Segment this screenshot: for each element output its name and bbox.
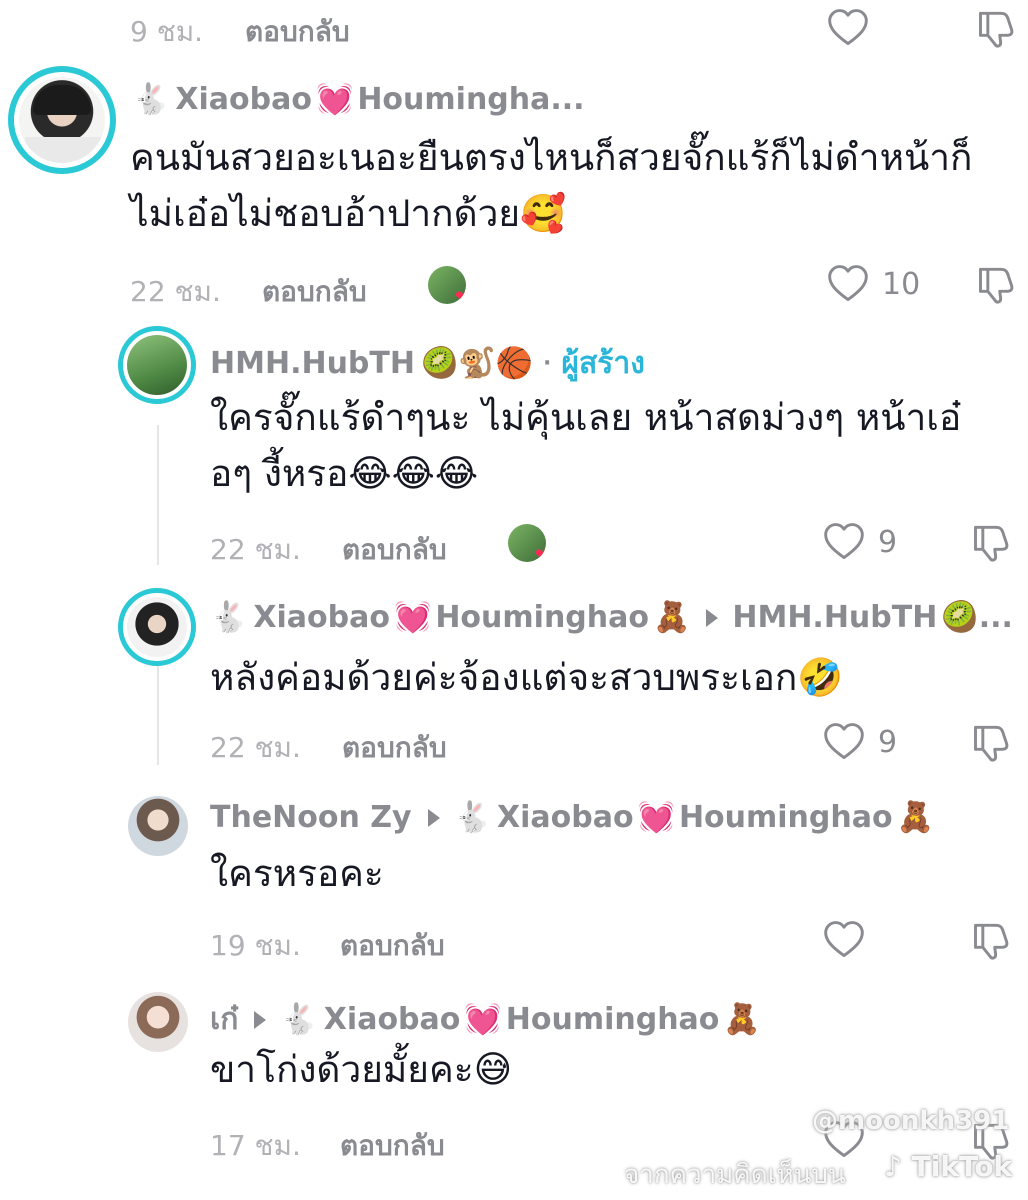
reply-button[interactable]: ตอบกลับ: [342, 726, 447, 770]
creator-badge: ผู้สร้าง: [561, 346, 645, 381]
comment-item: เก๋ 🐇 Xiaobao 💓 Houminghao 🧸 ขาโก่งด้วยม…: [0, 988, 1028, 1200]
avatar[interactable]: [128, 796, 188, 856]
dislike-icon[interactable]: [970, 720, 1014, 764]
like-heart-icon[interactable]: [822, 918, 866, 962]
dislike-icon[interactable]: [975, 6, 1019, 50]
comment-text: ใครหรอคะ: [210, 852, 384, 895]
comment-username[interactable]: HMH.HubTH 🥝🐒🏀 · ผู้สร้าง: [210, 340, 645, 387]
avatar[interactable]: [8, 66, 116, 174]
like-control[interactable]: 9: [822, 520, 897, 564]
comment-text: ขาโก่งด้วยมั้ยคะ😅: [210, 1048, 513, 1091]
like-heart-icon[interactable]: [826, 262, 870, 306]
comment-username[interactable]: เก๋ 🐇 Xiaobao 💓 Houminghao 🧸: [210, 996, 761, 1043]
comment-time: 22 ชม.: [210, 731, 301, 764]
avatar[interactable]: [118, 326, 196, 404]
comment-time: 9 ชม.: [130, 15, 204, 48]
comment-username[interactable]: 🐇 Xiaobao 💓 Houmingha...: [132, 82, 585, 117]
teddy-bear-icon: 🧸: [653, 600, 691, 635]
comment-text: ใครจั๊กแร้ดำๆนะ ไม่คุ้นเลย หน้าสดม่วงๆ ห…: [210, 396, 962, 495]
heart-badge-icon: ❤: [534, 545, 546, 562]
comment-text: คนมันสวยอะเนอะยืนตรงไหนก็สวยจั๊กแร้ก็ไม่…: [130, 136, 973, 235]
reply-arrow-icon: [427, 808, 440, 827]
like-count: 9: [878, 724, 898, 760]
creator-liked-avatar: ❤: [428, 266, 466, 304]
comment-time: 22 ชม.: [210, 533, 301, 566]
heart-emoji-icon: 💓: [464, 1002, 502, 1037]
like-heart-icon[interactable]: [822, 520, 866, 564]
dislike-icon[interactable]: [975, 262, 1019, 306]
comment-time: 19 ชม.: [210, 929, 301, 962]
like-control[interactable]: 9: [822, 720, 897, 764]
rabbit-icon: 🐇: [453, 800, 491, 835]
reply-button[interactable]: ตอบกลับ: [340, 924, 445, 968]
tiktok-note-icon: ♪: [884, 1150, 902, 1183]
dislike-icon[interactable]: [970, 520, 1014, 564]
reply-button[interactable]: ตอบกลับ: [262, 270, 367, 314]
comment-time: 17 ชม.: [210, 1129, 301, 1162]
teddy-bear-icon: 🧸: [723, 1002, 761, 1037]
watermark-caption: จากความคิดเห็นบน: [624, 1160, 846, 1190]
comment-row-top: 9 ชม. ตอบกลับ: [0, 0, 1028, 56]
comment-item: HMH.HubTH 🥝🐒🏀 · ผู้สร้าง ใครจั๊กแร้ดำๆนะ…: [0, 322, 1028, 572]
kiwi-monkey-basketball-icons: 🥝🐒🏀: [420, 346, 534, 381]
avatar[interactable]: [128, 992, 188, 1052]
comment-username[interactable]: TheNoon Zy 🐇 Xiaobao 💓 Houminghao 🧸: [210, 800, 934, 835]
heart-badge-icon: ❤: [454, 287, 466, 304]
rabbit-icon: 🐇: [210, 600, 248, 635]
like-heart-icon[interactable]: [822, 720, 866, 764]
comment-item: TheNoon Zy 🐇 Xiaobao 💓 Houminghao 🧸 ใครห…: [0, 790, 1028, 990]
teddy-bear-icon: 🧸: [896, 800, 934, 835]
like-count: 9: [878, 524, 898, 560]
reply-button[interactable]: ตอบกลับ: [340, 1124, 445, 1168]
reply-arrow-icon: [254, 1010, 267, 1029]
tiktok-logo: ♪ TikTok: [884, 1150, 1013, 1183]
creator-liked-avatar: ❤: [508, 524, 546, 562]
avatar[interactable]: [118, 588, 196, 666]
reply-button[interactable]: ตอบกลับ: [245, 10, 350, 54]
rabbit-icon: 🐇: [132, 82, 170, 117]
like-count: 10: [882, 266, 921, 302]
watermark-handle: @moonkh391: [812, 1106, 1010, 1136]
heart-emoji-icon: 💓: [637, 800, 675, 835]
comment-item: 🐇 Xiaobao 💓 Houmingha... คนมันสวยอะเนอะย…: [0, 60, 1028, 320]
rabbit-icon: 🐇: [280, 1002, 318, 1037]
dislike-icon[interactable]: [970, 918, 1014, 962]
comment-username[interactable]: 🐇 Xiaobao 💓 Houminghao 🧸 HMH.HubTH 🥝 ...: [210, 600, 1013, 635]
reply-button[interactable]: ตอบกลับ: [342, 528, 447, 572]
heart-emoji-icon: 💓: [315, 82, 354, 117]
comment-item: 🐇 Xiaobao 💓 Houminghao 🧸 HMH.HubTH 🥝 ...…: [0, 584, 1028, 784]
comment-text: หลังค่อมด้วยค่ะจ้องแต่จะสวบพระเอก🤣: [210, 656, 844, 699]
like-heart-icon[interactable]: [826, 6, 870, 50]
like-control[interactable]: 10: [826, 262, 920, 306]
kiwi-icon: 🥝: [941, 600, 979, 635]
comment-time: 22 ชม.: [130, 275, 221, 308]
reply-arrow-icon: [706, 608, 719, 627]
comment-meta: 9 ชม.: [130, 10, 203, 54]
heart-emoji-icon: 💓: [393, 600, 432, 635]
